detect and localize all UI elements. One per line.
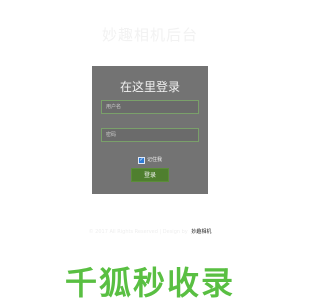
password-field[interactable]: [101, 128, 199, 142]
login-page: 妙趣相机后台 在这里登录 ✓ 记住我 登录 © 2017 All Rights …: [0, 0, 300, 300]
login-card-title: 在这里登录: [119, 80, 180, 94]
remember-me-checkbox[interactable]: ✓: [137, 156, 145, 164]
login-card: 在这里登录 ✓ 记住我 登录: [92, 66, 208, 194]
app-title: 妙趣相机后台: [101, 26, 198, 44]
footer-copyright: © 2017 All Rights Reserved | Design by: [88, 229, 188, 235]
login-button[interactable]: 登录: [131, 168, 169, 182]
remember-me-label: 记住我: [146, 157, 162, 163]
watermark-text: 千狐秒收录: [64, 264, 235, 300]
username-field[interactable]: [101, 100, 199, 114]
footer-brand-link[interactable]: 妙趣相机: [191, 229, 211, 235]
footer: © 2017 All Rights Reserved | Design by 妙…: [0, 228, 300, 235]
remember-me: ✓ 记住我: [92, 156, 208, 164]
